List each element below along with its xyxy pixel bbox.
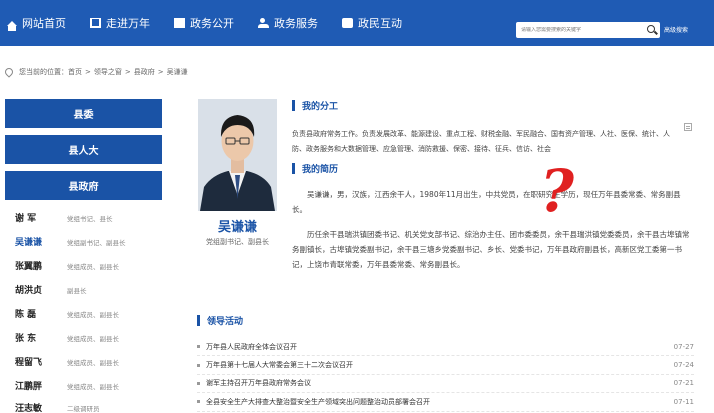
nav-label: 走进万年 — [106, 17, 150, 30]
nav-label: 政务公开 — [190, 17, 234, 30]
leader-post: 党组成员、副县长 — [67, 358, 119, 367]
leader-post: 副县长 — [67, 286, 87, 295]
nav-gov-services[interactable]: 政务服务 — [246, 0, 330, 46]
nav-about[interactable]: 走进万年 — [78, 0, 162, 46]
nav-interaction[interactable]: 政民互动 — [330, 0, 414, 46]
location-pin-icon — [3, 66, 15, 78]
leader-name: 谢 军 — [15, 214, 37, 224]
activity-item[interactable]: 万年县第十七届人大常委会第三十二次会议召开 07-24 — [197, 356, 694, 375]
leader-item[interactable]: 江鹏胖 党组成员、副县长 — [15, 379, 119, 392]
question-mark-annotation: ? — [540, 157, 574, 225]
leader-name: 吴谦谦 — [15, 238, 43, 248]
leader-title: 党组副书记、副县长 — [206, 238, 269, 246]
leader-item[interactable]: 汪志敏 二级调研员 — [15, 401, 100, 413]
search-input[interactable] — [516, 27, 636, 33]
leader-item[interactable]: 谢 军 党组书记、县长 — [15, 211, 113, 224]
search-box — [516, 22, 660, 38]
leader-item-selected[interactable]: 吴谦谦 党组副书记、副县长 — [15, 235, 126, 248]
search-icon[interactable] — [647, 25, 655, 33]
nav-label: 政民互动 — [358, 17, 402, 30]
leader-post: 党组成员、副县长 — [67, 334, 119, 343]
activity-date: 07-21 — [673, 379, 694, 388]
leader-post: 党组成员、副县长 — [67, 382, 119, 391]
expand-icon[interactable] — [684, 123, 692, 131]
leader-photo — [198, 99, 277, 211]
activities-heading: 领导活动 — [197, 314, 243, 327]
leader-name: 陈 磊 — [15, 310, 37, 320]
leader-post: 党组副书记、副县长 — [67, 238, 126, 247]
tab-county-congress[interactable]: 县人大 — [5, 135, 162, 164]
people-icon — [258, 18, 269, 28]
activity-item[interactable]: 谢军主持召开万年县政府常务会议 07-21 — [197, 375, 694, 394]
activity-date: 07-27 — [673, 342, 694, 351]
top-nav: 网站首页 走进万年 政务公开 政务服务 政民互动 高级搜索 — [0, 0, 714, 46]
nav-label: 政务服务 — [274, 17, 318, 30]
breadcrumb-leaders[interactable]: 领导之窗 — [94, 67, 122, 77]
leader-name: 江鹏胖 — [15, 382, 43, 392]
activity-item[interactable]: 万年县人民政府全体会议召开 07-27 — [197, 338, 694, 357]
leader-name-heading: 吴谦谦 — [217, 220, 257, 235]
leader-post: 党组成员、副县长 — [67, 310, 119, 319]
leader-post: 党组书记、县长 — [67, 214, 113, 223]
resume-heading: 我的简历 — [292, 162, 338, 175]
activity-title: 万年县人民政府全体会议召开 — [206, 342, 297, 351]
leader-item[interactable]: 胡洪贞 副县长 — [15, 283, 87, 296]
resume-heading-text: 我的简历 — [302, 165, 339, 175]
nav-home[interactable]: 网站首页 — [0, 0, 78, 46]
activity-title: 万年县第十七届人大常委会第三十二次会议召开 — [206, 361, 353, 370]
leader-name: 张翼鹏 — [15, 262, 43, 272]
activity-item[interactable]: 全县安全生产大排查大整治暨安全生产领域突出问题整治动员部署会召开 07-11 — [197, 393, 694, 412]
activities-list: 万年县人民政府全体会议召开 07-27 万年县第十七届人大常委会第三十二次会议召开… — [197, 338, 694, 412]
chat-icon — [342, 18, 353, 28]
home-icon — [7, 20, 17, 31]
leader-post: 党组成员、副县长 — [67, 262, 119, 271]
leader-item[interactable]: 程留飞 党组成员、副县长 — [15, 355, 119, 368]
advanced-search-link[interactable]: 高级搜索 — [664, 25, 688, 34]
breadcrumb-current: 吴谦谦 — [166, 68, 188, 76]
document-icon — [174, 18, 185, 28]
book-icon — [90, 18, 101, 28]
nav-label: 网站首页 — [22, 17, 66, 30]
breadcrumb-home[interactable]: 首页 — [68, 67, 82, 77]
breadcrumb-county-gov[interactable]: 县政府 — [134, 67, 155, 77]
activity-title: 全县安全生产大排查大整治暨安全生产领域突出问题整治动员部署会召开 — [206, 397, 430, 406]
leader-name: 胡洪贞 — [15, 286, 43, 296]
tab-county-committee[interactable]: 县委 — [5, 99, 162, 128]
breadcrumb-prefix: 您当前的位置： — [19, 68, 68, 76]
leader-item[interactable]: 张 东 党组成员、副县长 — [15, 331, 119, 344]
duty-text: 负责县政府常务工作。负责发展改革、能源建设、重点工程、财税金融、军民融合、国有资… — [292, 130, 670, 153]
breadcrumb: 您当前的位置： 首页 > 领导之窗 > 县政府 > 吴谦谦 — [3, 66, 188, 78]
activity-date: 07-24 — [673, 361, 694, 370]
leader-item[interactable]: 陈 磊 党组成员、副县长 — [15, 307, 119, 320]
leader-name: 张 东 — [15, 334, 37, 344]
resume-paragraph: 吴谦谦，男，汉族，江西余干人，1980年11月出生，中共党员，在职研究生学历，现… — [292, 190, 681, 214]
duty-heading: 我的分工 — [292, 99, 338, 112]
activity-date: 07-11 — [673, 397, 694, 406]
tab-county-government[interactable]: 县政府 — [5, 171, 162, 200]
duty-heading-text: 我的分工 — [302, 102, 339, 112]
resume-paragraph: 历任余干县瑞洪镇团委书记、机关党支部书记、综治办主任、团市委委员，余干县瑞洪镇党… — [292, 230, 690, 269]
leader-name: 程留飞 — [15, 358, 43, 368]
leader-item[interactable]: 张翼鹏 党组成员、副县长 — [15, 259, 119, 272]
leader-name: 汪志敏 — [15, 404, 43, 413]
activities-heading-text: 领导活动 — [207, 317, 244, 327]
activity-title: 谢军主持召开万年县政府常务会议 — [206, 379, 311, 388]
leader-post: 二级调研员 — [67, 404, 100, 413]
nav-gov-affairs[interactable]: 政务公开 — [162, 0, 246, 46]
